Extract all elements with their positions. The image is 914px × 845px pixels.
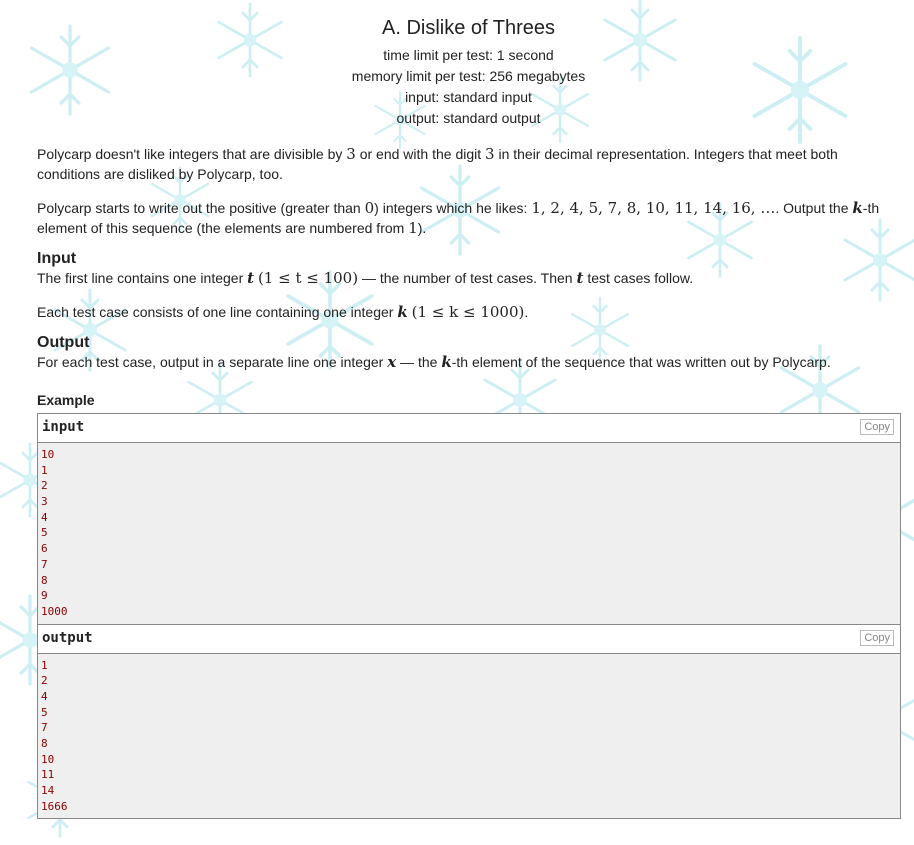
test-line: 5 (41, 705, 48, 719)
example-input-box: input Copy 10 1 2 3 4 5 6 7 8 9 1000 (37, 413, 901, 625)
math-1: 1 (408, 219, 418, 237)
example-output-box: output Copy 1 2 4 5 7 8 10 11 14 1666 (37, 624, 901, 820)
memory-limit: memory limit per test: 256 megabytes (351, 68, 586, 84)
math-3: 3 (485, 145, 495, 163)
math-k-range: (1 ≤ k ≤ 1000) (411, 303, 525, 321)
math-t-range: (1 ≤ t ≤ 100) (257, 269, 359, 287)
input-paragraph-1: The first line contains one integer t (1… (37, 269, 694, 287)
test-line: 1666 (41, 799, 68, 813)
test-line: 4 (41, 689, 48, 703)
test-line: 10 (41, 752, 55, 766)
test-line: 1 (41, 658, 48, 672)
test-line: 1 (41, 463, 48, 477)
example-title: Example (37, 392, 95, 408)
example-input-header: input Copy (38, 414, 900, 443)
test-line: 2 (41, 674, 48, 688)
math-3: 3 (346, 145, 356, 163)
copy-output-button[interactable]: Copy (860, 629, 894, 646)
test-line: 5 (41, 526, 48, 540)
test-line: 7 (41, 557, 48, 571)
input-type: input: standard input (405, 89, 532, 105)
test-line: 3 (41, 495, 48, 509)
math-sequence: 1, 2, 4, 5, 7, 8, 10, 11, 14, 16, … (531, 199, 776, 217)
legend-paragraph-1: Polycarp doesn't like integers that are … (37, 145, 838, 182)
test-line: 11 (41, 768, 55, 782)
test-line: 1000 (41, 604, 68, 618)
example-output-label: output (42, 629, 93, 646)
legend-paragraph-2: Polycarp starts to write out the positiv… (37, 199, 880, 237)
problem-title: A. Dislike of Threes (381, 17, 556, 39)
test-line: 4 (41, 510, 48, 524)
test-line: 10 (41, 448, 55, 461)
test-line: 8 (41, 573, 48, 587)
problem-limits: time limit per test: 1 second memory lim… (37, 45, 900, 129)
input-section-title: Input (37, 250, 77, 267)
math-x: x (387, 353, 397, 371)
example-input-label: input (42, 419, 85, 435)
problem-statement: A. Dislike of Threes time limit per test… (0, 0, 914, 820)
math-t: t (247, 269, 255, 287)
input-paragraph-2: Each test case consists of one line cont… (37, 303, 529, 321)
output-type: output: standard output (396, 110, 541, 126)
example-input-content[interactable]: 10 1 2 3 4 5 6 7 8 9 1000 (38, 443, 900, 624)
output-section-title: Output (37, 334, 90, 351)
test-line: 7 (41, 721, 48, 735)
time-limit: time limit per test: 1 second (383, 47, 554, 63)
test-line: 6 (41, 542, 48, 556)
test-line: 8 (41, 737, 48, 750)
example-output-content[interactable]: 1 2 4 5 7 8 10 11 14 1666 (38, 654, 900, 819)
copy-input-button[interactable]: Copy (860, 419, 894, 435)
math-k: k (397, 303, 408, 321)
test-line: 9 (41, 589, 48, 603)
math-k: k (441, 353, 452, 371)
math-k: k (852, 199, 863, 217)
test-line: 14 (41, 784, 55, 798)
test-line: 2 (41, 479, 48, 493)
output-paragraph: For each test case, output in a separate… (37, 353, 831, 371)
example-output-header: output Copy (38, 624, 900, 654)
math-0: 0 (364, 199, 375, 217)
